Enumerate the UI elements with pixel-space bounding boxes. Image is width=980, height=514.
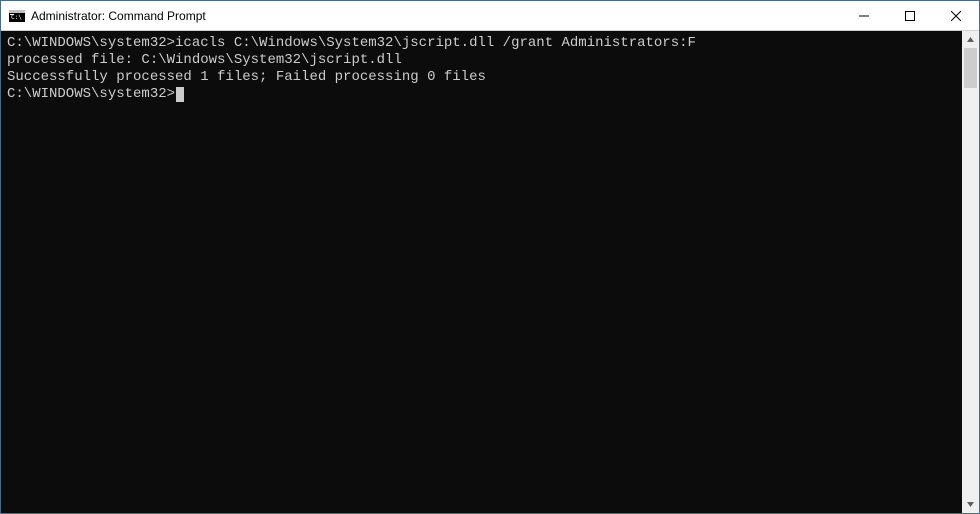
maximize-button[interactable] [887, 1, 933, 30]
cmd-icon: C:\ [9, 8, 25, 24]
terminal-line: Successfully processed 1 files; Failed p… [7, 69, 956, 86]
terminal-cursor [176, 87, 184, 102]
terminal-prompt-line: C:\WINDOWS\system32> [7, 86, 956, 103]
titlebar-buttons [841, 1, 979, 30]
close-button[interactable] [933, 1, 979, 30]
window-title: Administrator: Command Prompt [31, 9, 206, 23]
scroll-up-button[interactable] [962, 31, 979, 48]
terminal-output[interactable]: C:\WINDOWS\system32>icacls C:\Windows\Sy… [1, 31, 962, 513]
terminal-line: processed file: C:\Windows\System32\jscr… [7, 52, 956, 69]
svg-text:C:\: C:\ [11, 14, 22, 21]
client-area: C:\WINDOWS\system32>icacls C:\Windows\Sy… [1, 31, 979, 513]
titlebar[interactable]: C:\ Administrator: Command Prompt [1, 1, 979, 31]
command-prompt-window: C:\ Administrator: Command Prompt C:\WIN… [0, 0, 980, 514]
scrollbar-track[interactable] [962, 48, 979, 496]
scrollbar-thumb[interactable] [964, 48, 977, 88]
terminal-line: C:\WINDOWS\system32>icacls C:\Windows\Sy… [7, 35, 956, 52]
vertical-scrollbar[interactable] [962, 31, 979, 513]
minimize-button[interactable] [841, 1, 887, 30]
scroll-down-button[interactable] [962, 496, 979, 513]
